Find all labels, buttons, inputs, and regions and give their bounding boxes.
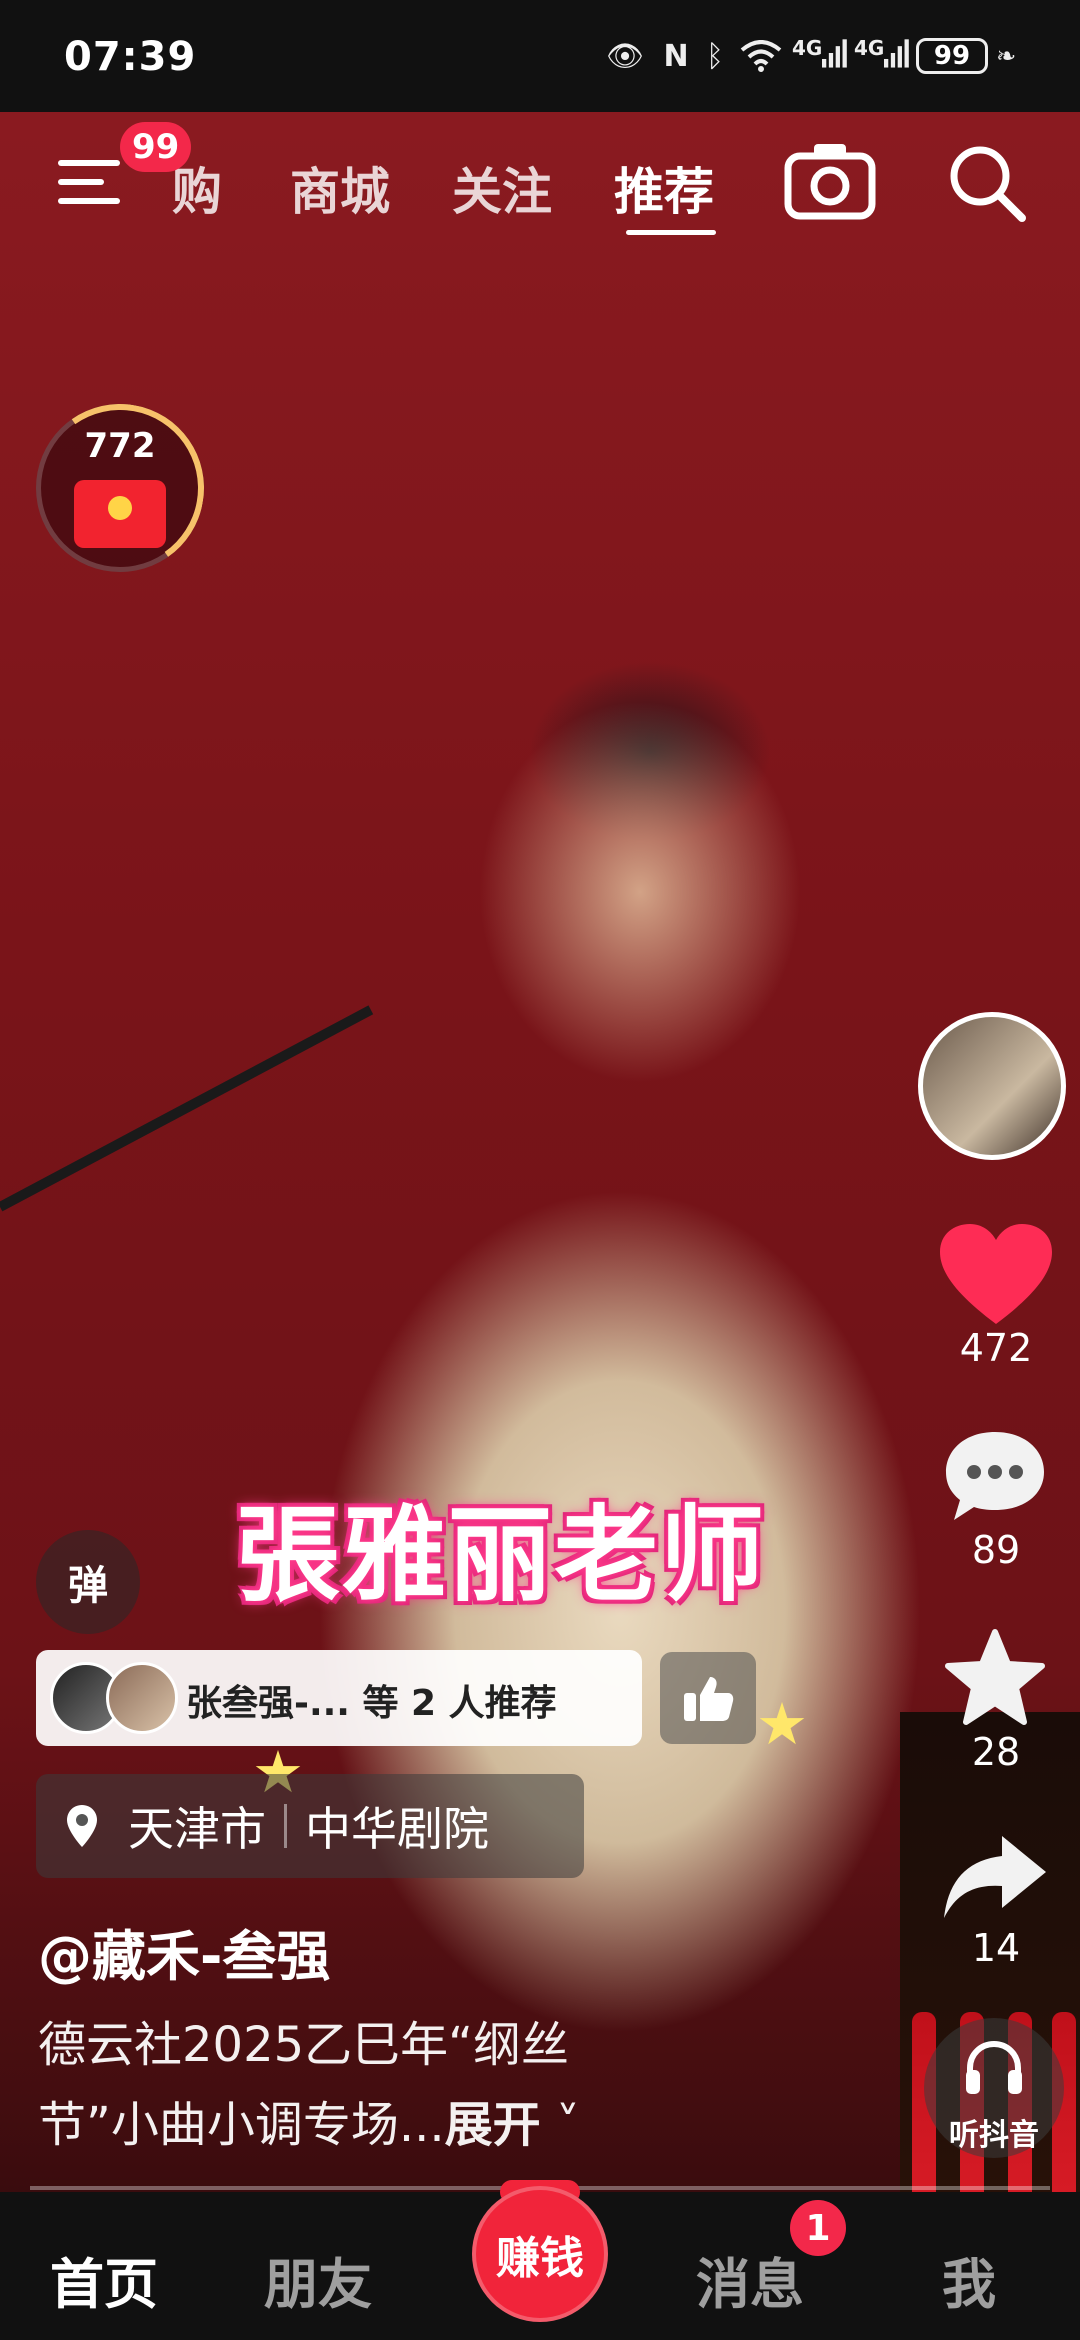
recommended-by-text: 张叁强-... 等 2 人推荐 — [186, 1683, 557, 1724]
danmaku-label: 弹 — [68, 1563, 108, 1609]
tab-home[interactable]: 首页 — [50, 2240, 158, 2319]
share-count: 14 — [971, 1926, 1021, 1970]
location-tag[interactable]: 天津市 中华剧院 — [36, 1774, 584, 1878]
danmaku-toggle[interactable]: 弹 — [36, 1530, 140, 1634]
location-pin-icon — [67, 1805, 97, 1847]
description-line: 德云社2025乙巳年“纲丝 — [38, 2017, 570, 2073]
leaf-icon: ❧ — [995, 42, 1017, 70]
network-label: 4G — [792, 36, 823, 60]
wifi-icon — [736, 36, 786, 76]
signal-icon: 4G — [854, 36, 910, 76]
earn-label: 赚钱 — [496, 2233, 584, 2284]
chevron-down-icon: ˅ — [540, 2097, 580, 2153]
status-time: 07:39 — [64, 34, 197, 80]
like-count: 472 — [959, 1326, 1033, 1370]
recommended-by-strip[interactable]: 张叁强-... 等 2 人推荐 — [36, 1650, 642, 1746]
tab-friends[interactable]: 朋友 — [264, 2240, 372, 2319]
listen-label: 听抖音 — [949, 2118, 1039, 2153]
status-bar: 07:39 👁 N ᛒ 4G 4G 99 ❧ — [0, 0, 1080, 112]
tab-messages[interactable]: 消息 — [696, 2240, 804, 2319]
share-icon[interactable] — [940, 1832, 1050, 1922]
menu-icon[interactable] — [58, 156, 122, 208]
location-city: 天津市 — [128, 1802, 266, 1856]
microphone-stand — [0, 1005, 374, 1212]
network-label: 4G — [854, 36, 885, 60]
description-text: 节”小曲小调专场... — [38, 2097, 445, 2153]
sparkle-decoration: ★ — [756, 1690, 808, 1758]
active-tab-indicator — [626, 230, 716, 235]
expand-button[interactable]: 展开 — [445, 2097, 541, 2153]
video-subtitle: 張雅丽老师 — [236, 1494, 767, 1616]
description-line: 节”小曲小调专场...展开 ˅ — [38, 2085, 580, 2155]
bluetooth-icon: ᛒ — [706, 38, 724, 74]
favorite-count: 28 — [971, 1730, 1021, 1774]
author-username[interactable]: @藏禾-叁强 — [38, 1912, 330, 1991]
nfc-icon: N — [663, 38, 689, 74]
tab-mall[interactable]: 商城 — [290, 152, 390, 224]
tab-earn-money[interactable]: 赚钱 — [472, 2186, 608, 2322]
comment-count: 89 — [971, 1528, 1021, 1572]
headphones-icon — [962, 2038, 1026, 2098]
battery-level: 99 — [933, 41, 971, 71]
signal-icon: 4G — [792, 36, 848, 76]
tab-me[interactable]: 我 — [942, 2240, 996, 2319]
camera-icon[interactable] — [784, 140, 876, 220]
thumbs-up-icon[interactable] — [660, 1652, 756, 1744]
star-icon[interactable] — [942, 1628, 1048, 1728]
eye-icon: 👁 — [605, 38, 645, 74]
heart-icon[interactable] — [936, 1220, 1056, 1330]
location-divider — [284, 1804, 287, 1848]
author-avatar[interactable] — [918, 1012, 1066, 1160]
comment-icon[interactable] — [940, 1426, 1050, 1526]
red-envelope-seal — [108, 496, 132, 520]
tab-recommended[interactable]: 推荐 — [614, 152, 714, 224]
menu-badge: 99 — [120, 122, 192, 172]
tab-following[interactable]: 关注 — [452, 152, 552, 224]
location-venue: 中华剧院 — [305, 1802, 489, 1856]
red-packet-count: 772 — [84, 426, 156, 466]
avatar — [106, 1662, 178, 1734]
search-icon[interactable] — [946, 142, 1028, 224]
messages-badge: 1 — [790, 2200, 846, 2256]
battery-icon: 99 — [916, 38, 988, 74]
